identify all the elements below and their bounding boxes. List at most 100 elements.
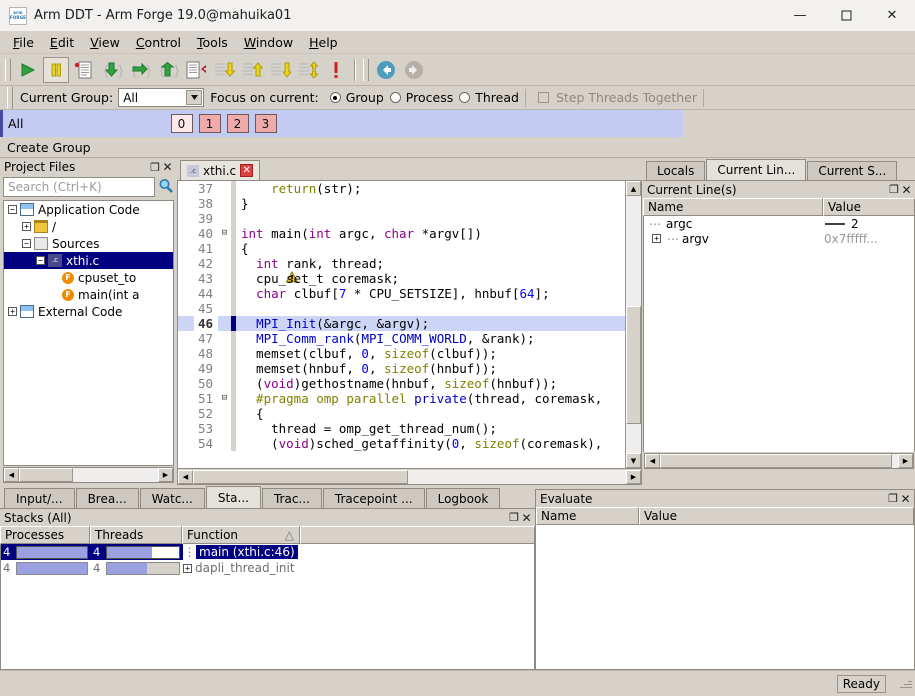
column-header-threads[interactable]: Threads: [90, 526, 182, 544]
focus-group-radio[interactable]: Group: [330, 90, 384, 105]
expand-icon[interactable]: +: [8, 307, 17, 316]
pause-button[interactable]: [43, 57, 69, 83]
tab-tracepoint-output[interactable]: Tracepoint ...: [323, 488, 425, 508]
scroll-thumb[interactable]: [19, 468, 73, 482]
scroll-left-icon[interactable]: ◀: [645, 454, 660, 468]
current-group-select[interactable]: All: [118, 88, 204, 107]
variables-hscrollbar[interactable]: ◀ ▶: [644, 453, 914, 469]
tree-item-main[interactable]: F main(int a: [4, 286, 173, 303]
fold-collapse-icon[interactable]: ⊟: [218, 391, 231, 406]
column-header-value[interactable]: Value: [823, 198, 915, 216]
process-chip-1[interactable]: 1: [199, 114, 221, 133]
step-out-button[interactable]: { }: [155, 57, 181, 83]
scroll-track-lower[interactable]: [626, 424, 641, 453]
scroll-left-icon[interactable]: ◀: [178, 470, 193, 484]
tab-breakpoints[interactable]: Brea...: [76, 488, 139, 508]
scroll-thumb[interactable]: [660, 454, 892, 468]
tab-current-lines[interactable]: Current Lin...: [706, 159, 806, 180]
focus-process-radio[interactable]: Process: [390, 90, 453, 105]
forward-button[interactable]: [401, 57, 427, 83]
column-header-value[interactable]: Value: [639, 507, 914, 525]
column-header-processes[interactable]: Processes: [0, 526, 90, 544]
step-up-stack-button[interactable]: [239, 57, 265, 83]
tree-item-sources[interactable]: − Sources: [4, 235, 173, 252]
scroll-down-icon[interactable]: ▼: [626, 453, 641, 468]
close-button[interactable]: ✕: [869, 0, 915, 31]
code-editor[interactable]: 37 return(str); 38} 39 40⊟int main(int a…: [177, 180, 642, 485]
scroll-thumb[interactable]: [626, 306, 641, 424]
close-icon[interactable]: ✕: [901, 183, 915, 197]
tab-logbook[interactable]: Logbook: [426, 488, 501, 508]
tree-item-cpuset-to[interactable]: F cpuset_to: [4, 269, 173, 286]
menu-control[interactable]: Control: [128, 33, 189, 52]
menu-window[interactable]: Window: [236, 33, 301, 52]
tree-item-root-folder[interactable]: + /: [4, 218, 173, 235]
expand-icon[interactable]: +: [652, 234, 661, 243]
step-threads-together-checkbox[interactable]: Step Threads Together: [538, 90, 697, 105]
close-icon[interactable]: ✕: [162, 160, 176, 174]
code-lines[interactable]: 37 return(str); 38} 39 40⊟int main(int a…: [178, 181, 625, 468]
close-icon[interactable]: ✕: [240, 164, 253, 177]
menu-file[interactable]: File: [5, 33, 42, 52]
process-group-row[interactable]: All 0 1 2 3: [0, 110, 915, 137]
collapse-icon[interactable]: −: [22, 239, 31, 248]
tab-stacks[interactable]: Sta...: [206, 486, 261, 508]
column-header-name[interactable]: Name: [643, 198, 823, 216]
close-icon[interactable]: ✕: [521, 511, 535, 525]
goto-line-button[interactable]: [267, 57, 293, 83]
tab-current-stack[interactable]: Current S...: [807, 161, 897, 180]
tree-item-xthi-c[interactable]: − .c xthi.c: [4, 252, 173, 269]
resize-grip[interactable]: [898, 677, 912, 691]
variable-row-argv[interactable]: + ⋯ argv 0x7fffff...: [644, 231, 914, 246]
process-chip-2[interactable]: 2: [227, 114, 249, 133]
back-button[interactable]: [373, 57, 399, 83]
tab-input-output[interactable]: Input/...: [4, 488, 75, 508]
evaluate-table-body[interactable]: [535, 525, 915, 670]
project-files-hscrollbar[interactable]: ◀ ▶: [3, 467, 174, 483]
tab-tracepoints[interactable]: Trac...: [262, 488, 322, 508]
process-chip-3[interactable]: 3: [255, 114, 277, 133]
stacks-table-body[interactable]: 4 4 ⋮ main (xthi.c:46): [0, 544, 535, 670]
undock-icon[interactable]: ❐: [887, 183, 901, 196]
project-files-tree[interactable]: − Application Code + / −: [3, 200, 174, 466]
column-header-function[interactable]: Function △: [182, 526, 300, 544]
scroll-track-upper[interactable]: [626, 196, 641, 306]
magnifier-icon[interactable]: [158, 178, 174, 197]
search-input[interactable]: Search (Ctrl+K): [3, 177, 155, 197]
variable-row-argc[interactable]: ⋯ argc 2: [644, 216, 914, 231]
create-group-button[interactable]: Create Group: [0, 137, 915, 158]
menu-help[interactable]: Help: [301, 33, 346, 52]
column-header-name[interactable]: Name: [536, 507, 639, 525]
stack-row-main[interactable]: 4 4 ⋮ main (xthi.c:46): [1, 544, 534, 560]
undock-icon[interactable]: ❐: [148, 161, 162, 174]
menu-tools[interactable]: Tools: [189, 33, 236, 52]
process-chip-0[interactable]: 0: [171, 114, 193, 133]
maximize-button[interactable]: [823, 0, 869, 31]
tree-item-external-code[interactable]: + External Code: [4, 303, 173, 320]
tab-xthi-c[interactable]: .c xthi.c ✕: [180, 160, 260, 180]
undock-icon[interactable]: ❐: [507, 511, 521, 524]
collapse-icon[interactable]: −: [8, 205, 17, 214]
expand-icon[interactable]: +: [22, 222, 31, 231]
expand-icon[interactable]: +: [183, 564, 192, 573]
scroll-track[interactable]: [408, 470, 626, 484]
close-icon[interactable]: ✕: [900, 492, 914, 506]
scroll-thumb[interactable]: [193, 470, 408, 484]
tree-item-application-code[interactable]: − Application Code: [4, 201, 173, 218]
step-over-button[interactable]: { }: [127, 57, 153, 83]
scroll-up-icon[interactable]: ▲: [626, 181, 641, 196]
run-to-line-button[interactable]: [183, 57, 209, 83]
scroll-left-icon[interactable]: ◀: [4, 468, 19, 482]
step-down-stack-button[interactable]: [211, 57, 237, 83]
nav-toolbar-grip[interactable]: [363, 59, 369, 81]
undock-icon[interactable]: ❐: [886, 492, 900, 505]
scroll-right-icon[interactable]: ▶: [158, 468, 173, 482]
scroll-track[interactable]: [73, 468, 158, 482]
toolbar-grip[interactable]: [5, 59, 11, 81]
collapse-icon[interactable]: −: [36, 256, 45, 265]
play-button[interactable]: [15, 57, 41, 83]
menu-edit[interactable]: Edit: [42, 33, 82, 52]
sync-stack-button[interactable]: [295, 57, 321, 83]
scroll-right-icon[interactable]: ▶: [898, 454, 913, 468]
minimize-button[interactable]: —: [777, 0, 823, 31]
